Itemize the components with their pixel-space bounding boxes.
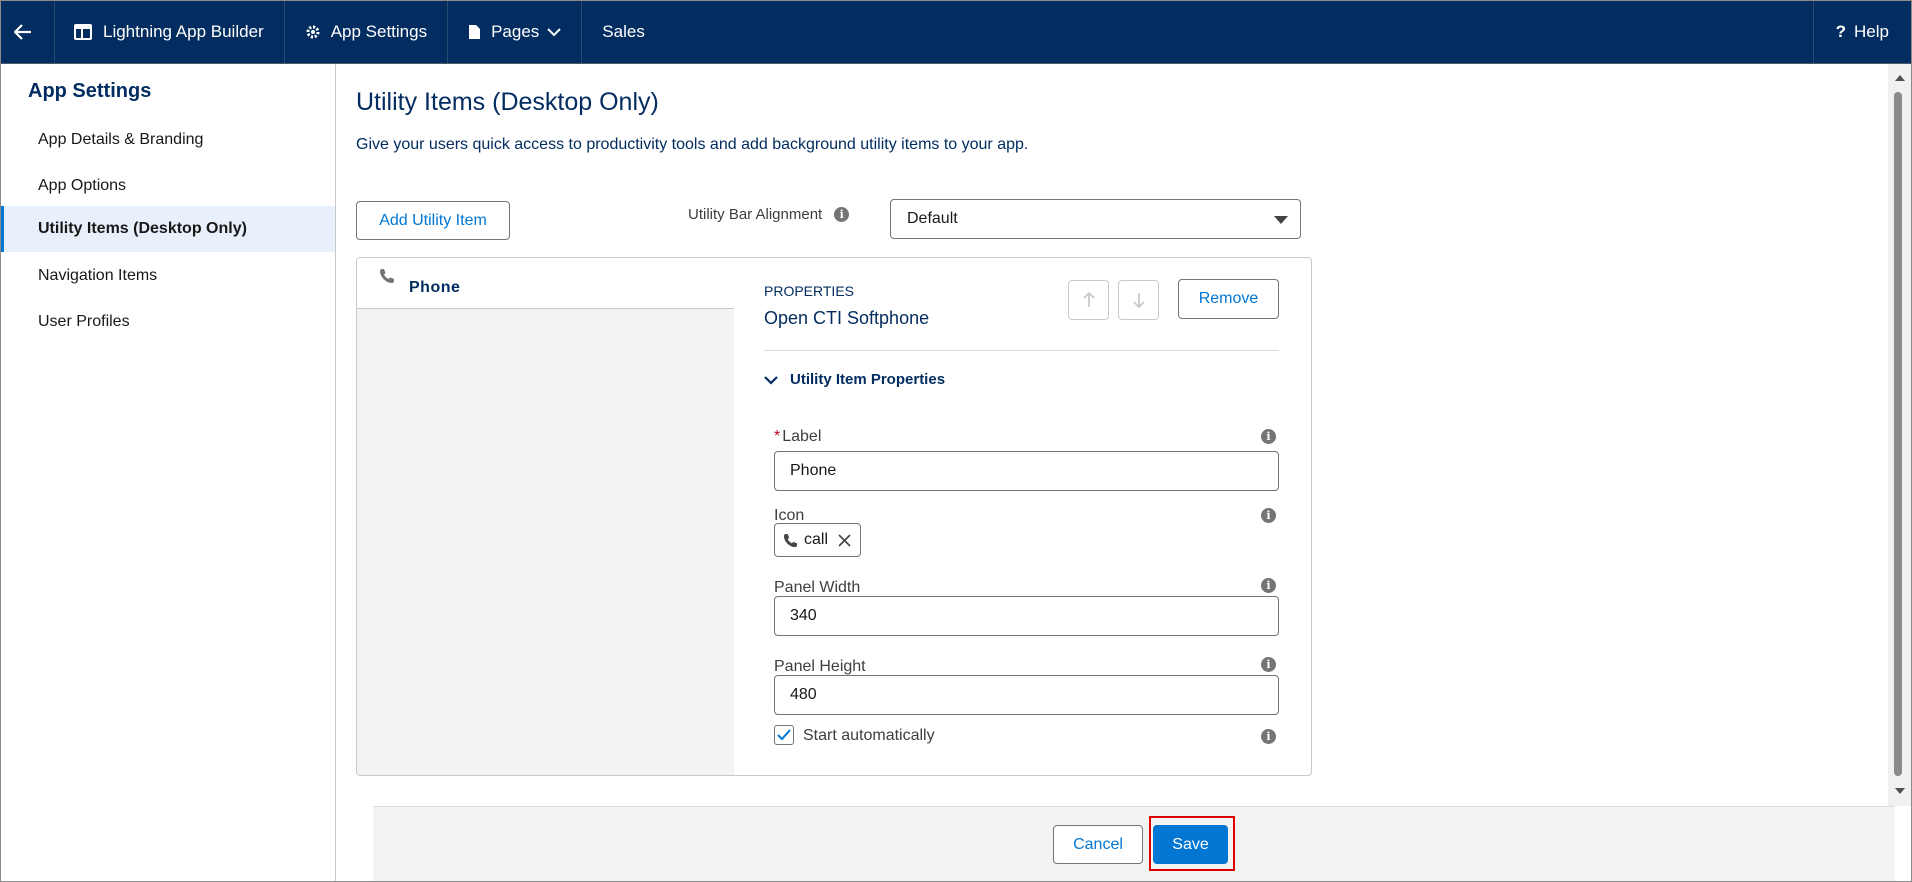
arrow-left-icon [13, 24, 31, 40]
label-field-label: * Label [774, 428, 821, 446]
pages-label: Pages [491, 22, 540, 41]
page-title: Utility Items (Desktop Only) [356, 88, 659, 116]
icon-pill-label: call [804, 531, 829, 548]
list-item[interactable]: Phone [357, 258, 734, 309]
sidebar-item-app-options[interactable]: App Options [0, 163, 335, 209]
cancel-button[interactable]: Cancel [1053, 825, 1143, 864]
info-icon[interactable]: i [1261, 429, 1276, 444]
move-down-button[interactable] [1118, 280, 1159, 320]
remove-button[interactable]: Remove [1178, 279, 1279, 319]
help-button[interactable]: ? Help [1812, 1, 1911, 63]
section-title: Utility Item Properties [790, 371, 946, 388]
chevron-down-icon [547, 28, 562, 37]
page-description: Give your users quick access to producti… [356, 136, 1029, 153]
list-item-label: Phone [409, 279, 461, 296]
info-icon[interactable]: i [1261, 729, 1276, 744]
back-button[interactable] [1, 1, 55, 63]
arrow-up-icon [1082, 292, 1095, 307]
sidebar-title: App Settings [28, 80, 152, 102]
close-icon[interactable] [838, 533, 851, 547]
help-label: Help [1854, 22, 1889, 41]
settings-sidebar: App Settings App Details & Branding App … [0, 64, 336, 882]
add-utility-item-button[interactable]: Add Utility Item [356, 201, 510, 240]
sidebar-item-utility-items[interactable]: Utility Items (Desktop Only) [0, 206, 335, 252]
checkmark-icon [777, 729, 791, 741]
app-builder-label: Lightning App Builder [103, 22, 264, 41]
utility-bar-alignment-label: Utility Bar Alignment i [688, 206, 850, 223]
info-icon[interactable]: i [834, 207, 850, 222]
top-bar: Lightning App Builder App Settings Pages… [0, 0, 1912, 64]
component-name: Open CTI Softphone [764, 308, 930, 328]
app-settings-label: App Settings [330, 22, 428, 41]
arrow-down-icon [1132, 293, 1145, 308]
utility-bar-alignment-select[interactable]: Default [890, 199, 1301, 239]
pages-dropdown[interactable]: Pages [448, 1, 583, 63]
alignment-selected-value: Default [907, 210, 958, 227]
scrollbar[interactable] [1888, 64, 1912, 806]
panel-height-label: Panel Height [774, 658, 866, 675]
move-up-button[interactable] [1068, 280, 1109, 320]
scroll-down-arrow-icon[interactable] [1895, 788, 1905, 794]
sidebar-item-user-profiles[interactable]: User Profiles [0, 299, 335, 345]
app-name: Sales [602, 22, 645, 41]
question-icon: ? [1835, 22, 1847, 41]
start-automatically-checkbox[interactable] [774, 725, 794, 745]
start-automatically-label: Start automatically [803, 727, 935, 744]
panel-width-label: Panel Width [774, 579, 861, 596]
panel-width-input[interactable]: 340 [774, 596, 1279, 636]
phone-icon [380, 269, 394, 283]
lightning-app-builder-button[interactable]: Lightning App Builder [55, 1, 285, 63]
label-field-text: Label [782, 428, 822, 445]
required-mark: * [774, 428, 781, 445]
caret-down-icon [1274, 216, 1288, 224]
panel-height-input[interactable]: 480 [774, 675, 1279, 715]
info-icon[interactable]: i [1261, 578, 1276, 593]
scrollbar-thumb[interactable] [1894, 92, 1902, 776]
utility-item-list: Phone [357, 258, 734, 775]
app-settings-button[interactable]: App Settings [285, 1, 449, 63]
app-builder-icon [74, 24, 92, 40]
label-input[interactable]: Phone [774, 451, 1279, 491]
utility-items-panel: Phone PROPERTIES Open CTI Softphone Remo… [356, 257, 1312, 776]
sidebar-item-navigation-items[interactable]: Navigation Items [0, 253, 335, 299]
alignment-label-text: Utility Bar Alignment [688, 206, 823, 223]
chevron-down-icon [764, 375, 778, 385]
utility-item-properties-toggle[interactable]: Utility Item Properties [764, 371, 945, 388]
phone-icon [783, 533, 798, 547]
save-highlight-box [1149, 816, 1235, 871]
icon-pill[interactable]: call [774, 523, 861, 557]
sidebar-item-app-details[interactable]: App Details & Branding [0, 117, 335, 163]
page-icon [469, 25, 481, 39]
properties-heading: PROPERTIES [764, 283, 854, 299]
divider [764, 350, 1279, 351]
info-icon[interactable]: i [1261, 508, 1276, 523]
info-icon[interactable]: i [1261, 657, 1276, 672]
gear-icon [306, 25, 320, 39]
scroll-up-arrow-icon[interactable] [1895, 75, 1905, 81]
